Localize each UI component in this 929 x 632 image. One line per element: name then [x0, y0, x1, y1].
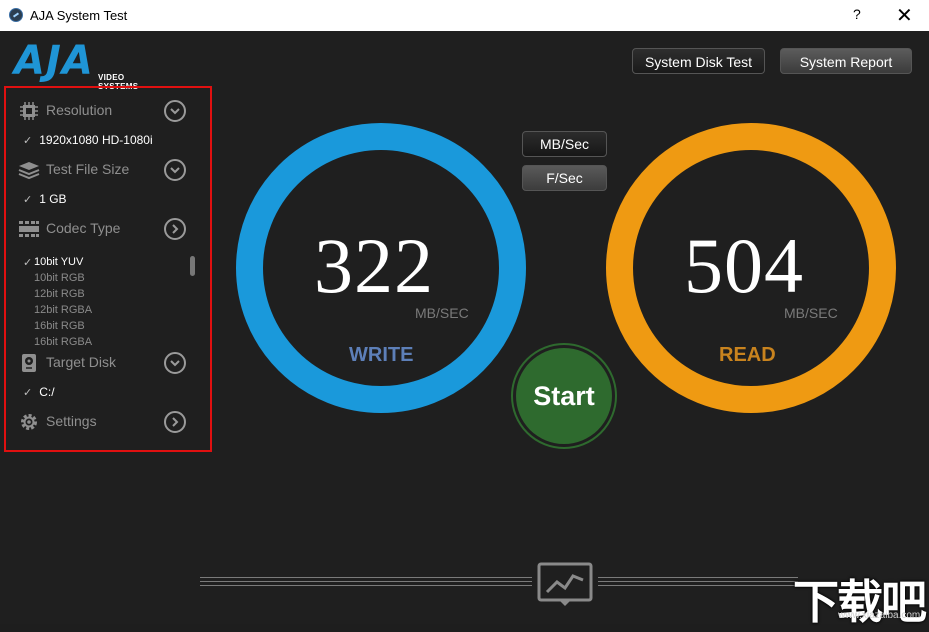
help-button[interactable]: ?	[853, 6, 861, 22]
codec-item[interactable]: 12bit RGBA	[34, 302, 92, 318]
check-icon: ✓	[23, 257, 33, 269]
logo-letters: AJA	[14, 38, 94, 84]
settings-panel: Resolution ✓ 1920x1080 HD-1080i Test File…	[4, 86, 212, 452]
check-icon: ✓	[23, 387, 33, 399]
system-report-button[interactable]: System Report	[780, 48, 912, 74]
target-disk-label: Target Disk	[46, 354, 117, 370]
codec-item[interactable]: 10bit YUV	[34, 254, 92, 270]
divider-line	[200, 585, 532, 586]
divider-line	[200, 581, 532, 582]
divider-line	[200, 577, 532, 578]
resolution-value: ✓ 1920x1080 HD-1080i	[23, 133, 153, 147]
check-icon: ✓	[23, 135, 33, 147]
section-resolution[interactable]: Resolution	[18, 98, 198, 124]
divider-line	[598, 585, 798, 586]
watermark-url: www.xiazaiba.com	[838, 610, 921, 621]
file-size-value-text: 1 GB	[39, 192, 67, 206]
check-icon: ✓	[23, 194, 33, 206]
write-speed-value: 322	[314, 222, 434, 309]
chip-icon	[20, 102, 38, 120]
system-disk-test-button[interactable]: System Disk Test	[632, 48, 765, 74]
read-speed-value: 504	[684, 222, 804, 309]
codec-item[interactable]: 16bit RGB	[34, 318, 92, 334]
divider-line	[598, 581, 798, 582]
write-speed-unit: MB/SEC	[415, 305, 469, 321]
close-button[interactable]: ✕	[896, 3, 913, 27]
title-bar: AJA System Test ? ✕	[0, 0, 929, 31]
target-disk-value: ✓ C:/	[23, 385, 55, 399]
chevron-right-icon[interactable]	[164, 411, 186, 433]
write-label: WRITE	[349, 344, 414, 366]
resolution-label: Resolution	[46, 102, 113, 118]
stack-icon	[18, 162, 40, 180]
codec-scrollbar[interactable]	[190, 256, 195, 276]
codec-type-label: Codec Type	[46, 220, 121, 236]
section-settings[interactable]: Settings	[18, 409, 198, 435]
section-test-file-size[interactable]: Test File Size	[18, 157, 198, 183]
chevron-down-icon[interactable]	[164, 159, 186, 181]
target-disk-value-text: C:/	[39, 385, 55, 399]
section-codec-type[interactable]: Codec Type	[18, 216, 198, 242]
aja-logo: AJA VIDEO SYSTEMS	[14, 38, 166, 91]
chevron-down-icon[interactable]	[164, 352, 186, 374]
file-size-value: ✓ 1 GB	[23, 192, 67, 206]
app-icon	[9, 8, 23, 22]
graph-toggle-icon[interactable]	[537, 562, 593, 608]
chevron-right-icon[interactable]	[164, 218, 186, 240]
read-speed-unit: MB/SEC	[784, 305, 838, 321]
codec-item[interactable]: 10bit RGB	[34, 270, 92, 286]
resolution-value-text: 1920x1080 HD-1080i	[39, 133, 153, 147]
window-title: AJA System Test	[30, 8, 128, 23]
read-label: READ	[719, 344, 776, 366]
codec-list: 10bit YUV 10bit RGB 12bit RGB 12bit RGBA…	[34, 254, 92, 350]
divider-line	[598, 577, 798, 578]
disk-icon	[22, 354, 36, 372]
chevron-down-icon[interactable]	[164, 100, 186, 122]
start-button[interactable]: Start	[516, 348, 612, 444]
codec-item[interactable]: 12bit RGB	[34, 286, 92, 302]
section-target-disk[interactable]: Target Disk	[18, 350, 198, 376]
test-file-size-label: Test File Size	[46, 161, 130, 177]
film-icon	[19, 221, 39, 237]
codec-item[interactable]: 16bit RGBA	[34, 334, 92, 350]
mb-sec-toggle[interactable]: MB/Sec	[522, 131, 607, 157]
f-sec-toggle[interactable]: F/Sec	[522, 165, 607, 191]
settings-label: Settings	[46, 413, 97, 429]
gear-icon	[21, 414, 37, 430]
